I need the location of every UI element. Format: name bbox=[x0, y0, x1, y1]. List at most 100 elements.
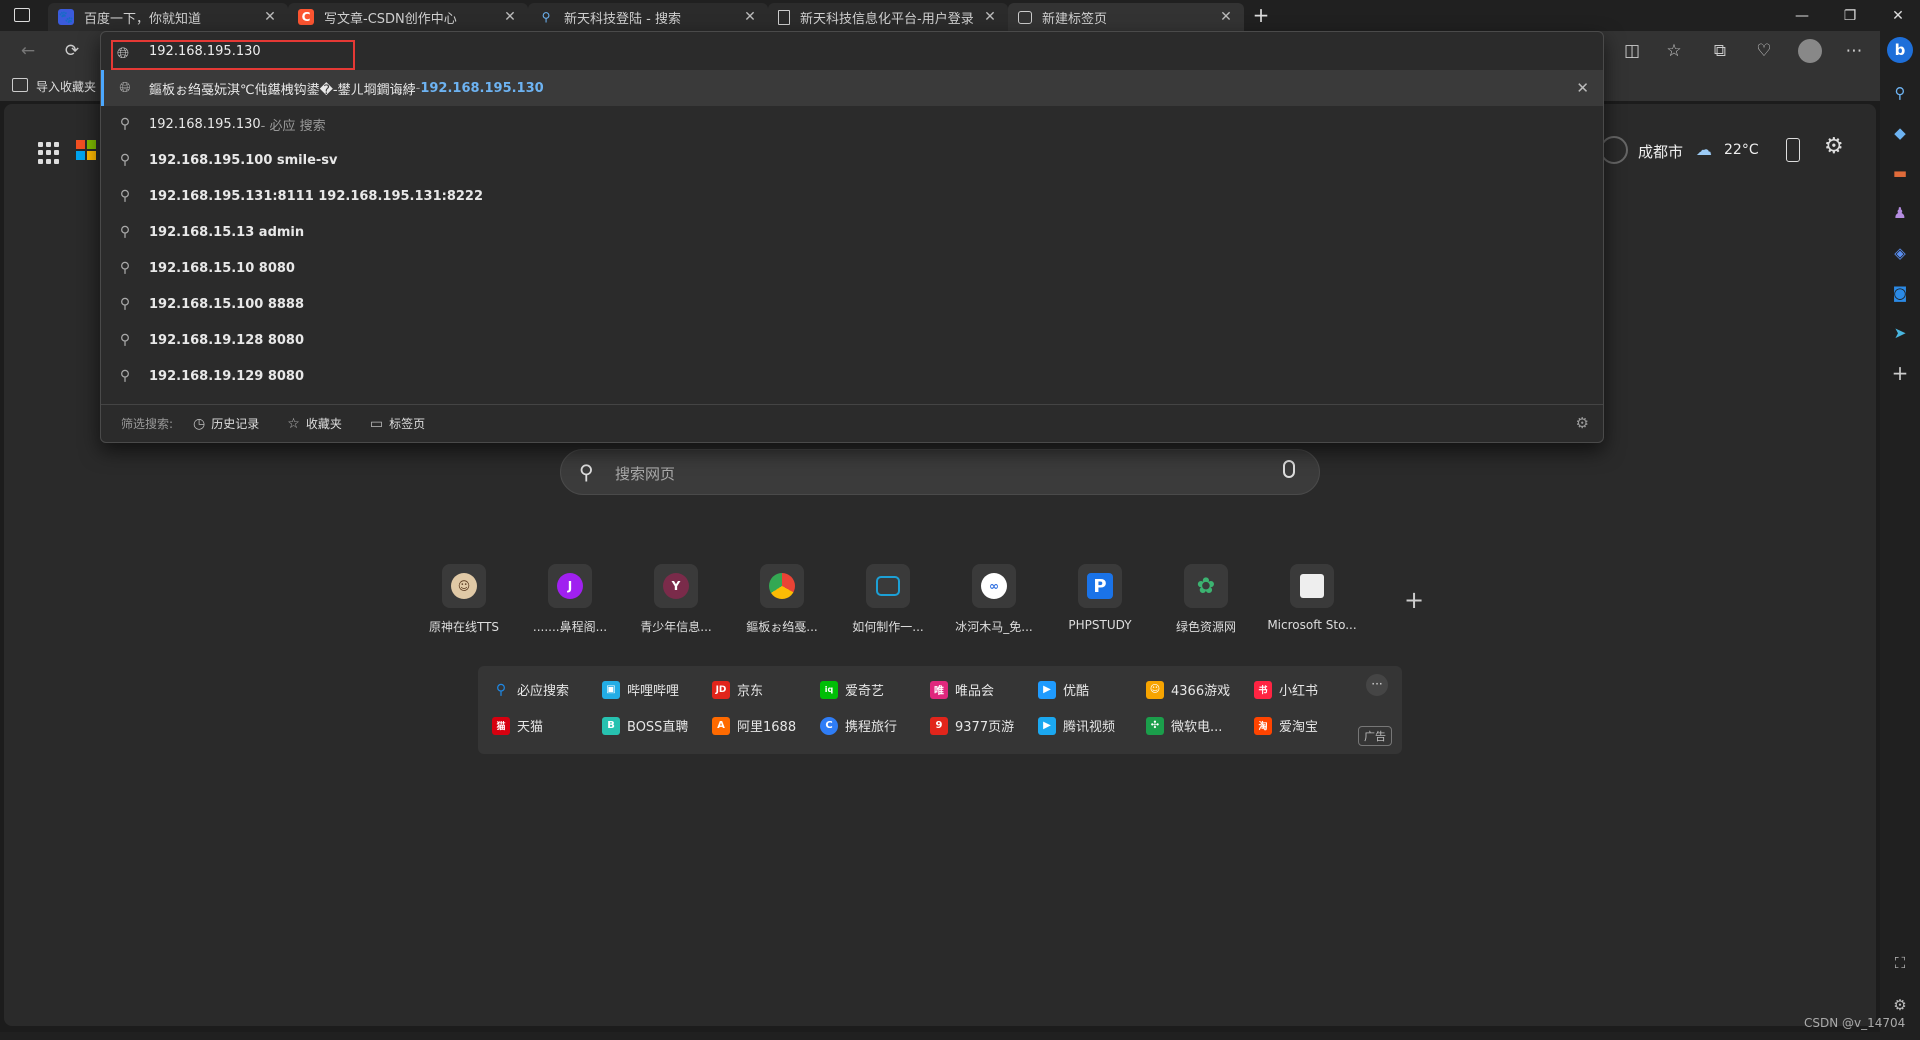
tab-baidu[interactable]: 🐾 百度一下，你就知道 ✕ bbox=[48, 3, 288, 31]
web-search-box[interactable]: ⚲ 搜索网页 bbox=[560, 449, 1320, 495]
promoted-site[interactable]: C 携程旅行 bbox=[820, 716, 897, 735]
more-menu-icon[interactable]: ⋯ bbox=[1838, 35, 1870, 67]
games-icon[interactable]: ♟ bbox=[1888, 201, 1912, 225]
promoted-site[interactable]: 唯唯品会 bbox=[930, 680, 994, 699]
quicklink-item[interactable]: 鏂板ぉ绉戞... bbox=[732, 564, 832, 635]
shopping-tag-icon[interactable]: ◆ bbox=[1888, 121, 1912, 145]
filter-history[interactable]: ◷ 历史记录 bbox=[193, 415, 259, 432]
close-icon[interactable]: ✕ bbox=[982, 9, 998, 25]
tab-newtab[interactable]: 新建标签页 ✕ bbox=[1008, 3, 1244, 31]
search-suggestion[interactable]: ⚲ 192.168.195.131:8111 192.168.195.131:82… bbox=[101, 178, 1603, 214]
promoted-site[interactable]: ▣ 哔哩哔哩 bbox=[602, 680, 679, 699]
search-query: 192.168.195.130 bbox=[149, 116, 261, 132]
microsoft365-icon[interactable]: ◈ bbox=[1888, 241, 1912, 265]
add-sidebar-app-icon[interactable]: + bbox=[1888, 361, 1912, 385]
refresh-icon[interactable]: ⟳ bbox=[56, 35, 88, 67]
import-favorites-link[interactable]: 导入收藏夹 bbox=[36, 78, 96, 95]
app-launcher-icon[interactable] bbox=[38, 142, 60, 164]
focus-toggle-icon[interactable] bbox=[1600, 136, 1628, 164]
search-icon: ⚲ bbox=[119, 260, 131, 276]
close-icon[interactable]: ✕ bbox=[502, 9, 518, 25]
search-suggestion[interactable]: ⚲ 192.168.195.100 smile-sv bbox=[101, 142, 1603, 178]
new-tab-button[interactable]: + bbox=[1250, 4, 1272, 26]
quicklink-item[interactable]: Microsoft Sto... bbox=[1262, 564, 1362, 632]
search-suggestion[interactable]: ⚲ 192.168.15.10 8080 bbox=[101, 250, 1603, 286]
close-icon[interactable]: ✕ bbox=[262, 9, 278, 25]
address-bar[interactable]: 🌐︎ 192.168.195.130 bbox=[101, 32, 1603, 70]
weather-city[interactable]: 成都市 bbox=[1638, 141, 1683, 162]
window-close-button[interactable]: ✕ bbox=[1876, 0, 1920, 31]
quicklink-item[interactable]: Y 青少年信息... bbox=[626, 564, 726, 635]
performance-heart-icon[interactable]: ♡ bbox=[1748, 35, 1780, 67]
search-suggestion[interactable]: ⚲ 192.168.15.100 8888 bbox=[101, 286, 1603, 322]
quicklink-item[interactable]: ✿ 绿色资源网 bbox=[1156, 564, 1256, 635]
remove-suggestion-icon[interactable]: ✕ bbox=[1576, 79, 1589, 97]
more-options-icon[interactable]: ··· bbox=[1366, 674, 1388, 696]
microphone-icon[interactable] bbox=[1283, 460, 1295, 478]
site-label: 必应搜索 bbox=[517, 684, 570, 699]
tab-actions-icon[interactable] bbox=[14, 8, 30, 22]
search-suggestion[interactable]: ⚲ 192.168.15.13 admin bbox=[101, 214, 1603, 250]
promoted-site[interactable]: ▶ 优酷 bbox=[1038, 680, 1089, 699]
page-settings-icon[interactable]: ⚙ bbox=[1824, 134, 1844, 159]
promoted-site[interactable]: B BOSS直聘 bbox=[602, 716, 688, 735]
tab-csdn[interactable]: C 写文章-CSDN创作中心 ✕ bbox=[288, 3, 528, 31]
filter-favorites[interactable]: ☆ 收藏夹 bbox=[287, 415, 342, 432]
address-suggestions-dropdown: 🌐︎ 192.168.195.130 🌐︎ 鏂板ぉ绉戞妧淇℃伅鍖栧钩鍙�-鐢ㄦ埛… bbox=[100, 31, 1604, 443]
promoted-site[interactable]: ▶ 腾讯视频 bbox=[1038, 716, 1115, 735]
search-suggestion[interactable]: ⚲ 192.168.19.128 8080 bbox=[101, 322, 1603, 358]
tab-login[interactable]: 新天科技信息化平台-用户登录 ✕ bbox=[768, 3, 1008, 31]
quicklink-item[interactable]: 如何制作一... bbox=[838, 564, 938, 635]
document-icon bbox=[778, 9, 790, 25]
tools-briefcase-icon[interactable]: ▬ bbox=[1888, 161, 1912, 185]
quicklink-item[interactable]: ∞ 冰河木马_免... bbox=[944, 564, 1044, 635]
back-arrow-icon[interactable]: ← bbox=[12, 35, 44, 67]
close-icon[interactable]: ✕ bbox=[742, 9, 758, 25]
sidebar-settings-icon[interactable]: ⚙ bbox=[1888, 993, 1912, 1017]
quicklink-tile: ✿ bbox=[1184, 564, 1228, 608]
collections-icon[interactable]: ⧉ bbox=[1704, 35, 1736, 67]
bing-copilot-icon[interactable]: b bbox=[1887, 37, 1913, 63]
promoted-site[interactable]: ✣ 微软电... bbox=[1146, 716, 1222, 735]
search-suggestion[interactable]: ⚲ 192.168.19.129 8080 bbox=[101, 358, 1603, 394]
quicklink-item[interactable]: J .......鼻程阁... bbox=[520, 564, 620, 635]
promoted-site[interactable]: ⚲ 必应搜索 bbox=[492, 680, 570, 700]
quicklink-label: Microsoft Sto... bbox=[1267, 618, 1357, 632]
promoted-site[interactable]: JD 京东 bbox=[712, 680, 763, 699]
search-icon: ⚲ bbox=[541, 10, 551, 24]
search-icon: ⚲ bbox=[119, 368, 131, 384]
site-label: 唯品会 bbox=[955, 684, 995, 699]
site-label: 爱淘宝 bbox=[1279, 720, 1319, 735]
bilibili-icon: ▣ bbox=[602, 680, 620, 699]
screenshot-icon[interactable]: ⛶ bbox=[1888, 951, 1912, 975]
quicklink-item[interactable]: P PHPSTUDY bbox=[1050, 564, 1150, 632]
minimize-button[interactable]: — bbox=[1780, 0, 1824, 31]
history-suggestion[interactable]: 🌐︎ 鏂板ぉ绉戞妧淇℃伅鍖栧钩鍙�-鐢ㄦ埛鐧诲綍 - 192.168.195.1… bbox=[101, 70, 1603, 106]
promoted-site[interactable]: 书小红书 bbox=[1254, 680, 1318, 699]
site-label: 优酷 bbox=[1063, 684, 1090, 699]
search-icon[interactable]: ⚲ bbox=[1888, 81, 1912, 105]
tab-label: 写文章-CSDN创作中心 bbox=[324, 11, 457, 27]
split-screen-icon[interactable]: ◫ bbox=[1616, 35, 1648, 67]
gear-icon[interactable]: ⚙ bbox=[1576, 414, 1589, 432]
promoted-site[interactable]: iq 爱奇艺 bbox=[820, 680, 884, 699]
close-icon[interactable]: ✕ bbox=[1218, 9, 1234, 25]
search-icon: ⚲ bbox=[119, 188, 131, 204]
promoted-site[interactable]: 淘爱淘宝 bbox=[1254, 716, 1318, 735]
drop-send-icon[interactable]: ➤ bbox=[1888, 321, 1912, 345]
favorites-star-icon[interactable]: ☆ bbox=[1658, 35, 1690, 67]
promoted-site[interactable]: 猫天猫 bbox=[492, 716, 543, 735]
mobile-phone-icon[interactable] bbox=[1786, 138, 1800, 162]
promoted-site[interactable]: 9 9377页游 bbox=[930, 716, 1014, 735]
promoted-site[interactable]: A 阿里1688 bbox=[712, 716, 796, 735]
add-quicklink-button[interactable]: + bbox=[1404, 586, 1424, 614]
outlook-icon[interactable]: ◙ bbox=[1888, 281, 1912, 305]
search-suggestion[interactable]: ⚲ 192.168.195.130 - 必应 搜索 bbox=[101, 106, 1603, 142]
tab-search[interactable]: ⚲ 新天科技登陆 - 搜索 ✕ bbox=[528, 3, 768, 31]
filter-tabs[interactable]: ▭ 标签页 bbox=[370, 415, 425, 432]
avatar[interactable] bbox=[1798, 39, 1822, 63]
promoted-site[interactable]: ☺ 4366游戏 bbox=[1146, 680, 1230, 699]
restore-button[interactable]: ❐ bbox=[1828, 0, 1872, 31]
quicklink-item[interactable]: ☺ 原神在线TTS bbox=[414, 564, 514, 635]
quicklink-label: .......鼻程阁... bbox=[532, 620, 608, 634]
